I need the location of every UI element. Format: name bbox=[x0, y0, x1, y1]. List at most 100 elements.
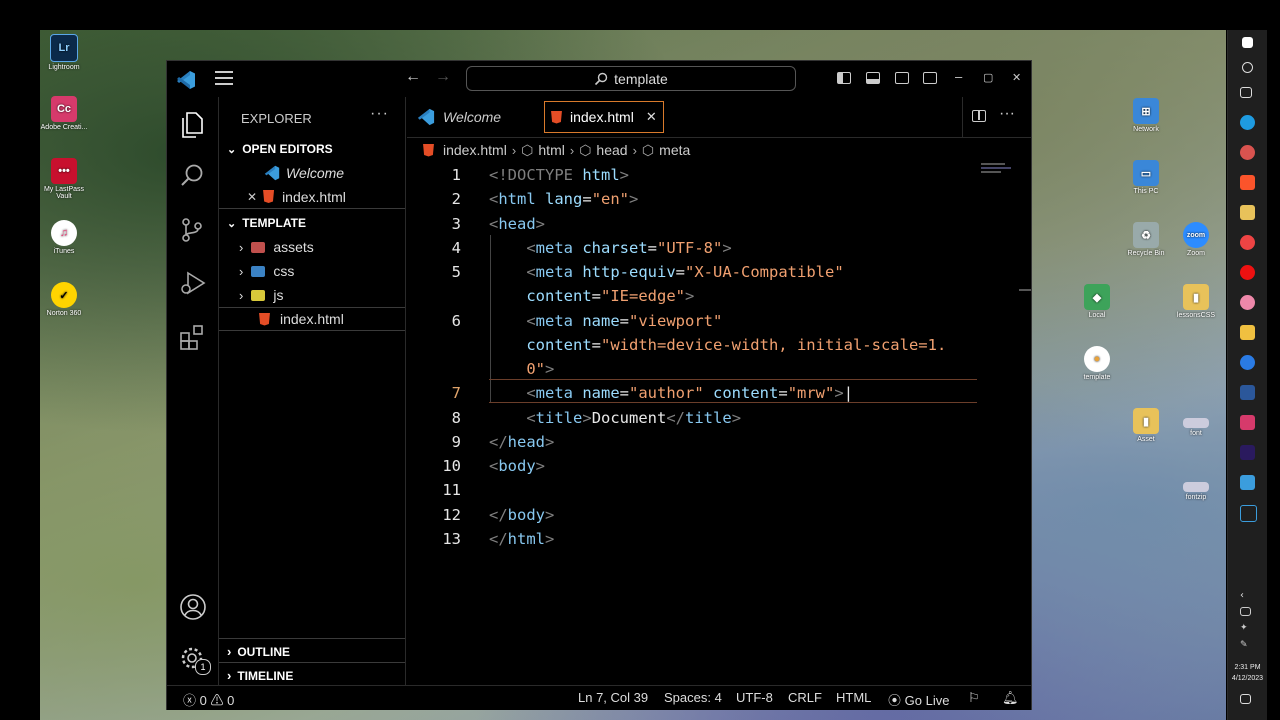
source-control-icon[interactable] bbox=[179, 217, 205, 243]
code-line[interactable]: 13 </html> bbox=[407, 527, 1017, 551]
accounts-icon[interactable] bbox=[179, 593, 206, 620]
tab-index-html[interactable]: index.html ✕ bbox=[544, 101, 664, 133]
clock-time[interactable]: 2:31 PM bbox=[1228, 664, 1267, 671]
open-editors-header[interactable]: ⌄ OPEN EDITORS bbox=[227, 142, 333, 156]
breadcrumb-file[interactable]: index.html bbox=[443, 142, 507, 158]
breadcrumb-meta[interactable]: meta bbox=[659, 142, 690, 158]
desktop-icon-template[interactable]: ● template bbox=[1069, 346, 1125, 381]
premiere-icon[interactable] bbox=[1240, 445, 1255, 460]
close-icon[interactable]: ✕ bbox=[247, 190, 257, 204]
open-editor-index-html[interactable]: ✕ index.html bbox=[219, 185, 405, 209]
app-blue-icon[interactable] bbox=[1240, 355, 1255, 370]
code-line[interactable]: 3 <head> bbox=[407, 212, 1017, 236]
desktop-icon-this-pc[interactable]: ▭ This PC bbox=[1118, 160, 1174, 195]
tree-item-assets[interactable]: › assets bbox=[219, 235, 405, 259]
scrollbar-marker[interactable] bbox=[1019, 289, 1031, 291]
command-center-search[interactable]: template bbox=[466, 66, 796, 91]
menu-button[interactable] bbox=[215, 71, 233, 85]
start-icon[interactable] bbox=[1242, 37, 1253, 48]
code-line[interactable]: 7 <meta name="author" content="mrw">| bbox=[407, 381, 1017, 405]
code-line[interactable]: 11 bbox=[407, 478, 1017, 502]
toggle-secondary-sidebar-icon[interactable] bbox=[895, 72, 909, 84]
more-actions-icon[interactable]: ··· bbox=[370, 105, 389, 123]
code-line[interactable]: 10 <body> bbox=[407, 454, 1017, 478]
chrome-icon[interactable] bbox=[1240, 235, 1255, 250]
go-live-button[interactable]: ⦿ Go Live bbox=[888, 690, 949, 709]
tree-item-js[interactable]: › js bbox=[219, 283, 405, 307]
desktop-icon-fontzip[interactable]: fontzip bbox=[1168, 482, 1224, 501]
cursor-position[interactable]: Ln 7, Col 39 bbox=[578, 690, 648, 705]
photos-icon[interactable] bbox=[1240, 295, 1255, 310]
toggle-panel-icon[interactable] bbox=[866, 72, 880, 84]
feedback-icon[interactable]: ⚐ bbox=[968, 690, 980, 706]
file-explorer-icon[interactable] bbox=[1240, 325, 1255, 340]
word-icon[interactable] bbox=[1240, 385, 1255, 400]
tab-welcome[interactable]: Welcome bbox=[417, 97, 501, 137]
toggle-primary-sidebar-icon[interactable] bbox=[837, 72, 851, 84]
network-tray-icon[interactable] bbox=[1240, 607, 1251, 616]
maximize-button[interactable]: ▢ bbox=[983, 71, 993, 84]
code-line[interactable]: 1 <!DOCTYPE html> bbox=[407, 163, 1017, 187]
encoding[interactable]: UTF-8 bbox=[736, 690, 773, 705]
desktop-icon-norton[interactable]: ✓ Norton 360 bbox=[36, 282, 92, 317]
breadcrumb-head[interactable]: head bbox=[596, 142, 627, 158]
search-icon[interactable] bbox=[1242, 62, 1253, 73]
desktop-icon-lightroom[interactable]: Lr Lightroom bbox=[36, 34, 92, 71]
minimap[interactable] bbox=[981, 163, 1017, 177]
desktop-icon-itunes[interactable]: ♫ iTunes bbox=[36, 220, 92, 255]
pen-icon[interactable]: ✎ bbox=[1240, 640, 1255, 655]
template-folder-header[interactable]: ⌄ TEMPLATE bbox=[227, 216, 306, 230]
clock-date[interactable]: 4/12/2023 bbox=[1228, 675, 1267, 682]
outline-header[interactable]: › OUTLINE bbox=[227, 644, 290, 659]
notification-icon[interactable] bbox=[1240, 694, 1251, 704]
desktop-icon-zoom[interactable]: zoom Zoom bbox=[1168, 222, 1224, 257]
split-editor-icon[interactable] bbox=[972, 110, 986, 122]
tree-item-index-html[interactable]: index.html bbox=[219, 307, 405, 331]
opera-icon[interactable] bbox=[1240, 265, 1255, 280]
app-icon[interactable] bbox=[1240, 145, 1255, 160]
extensions-icon[interactable] bbox=[179, 323, 205, 350]
media-icon[interactable] bbox=[1240, 205, 1255, 220]
desktop-icon-local[interactable]: ◆ Local bbox=[1069, 284, 1125, 319]
desktop-icon-font[interactable]: font bbox=[1168, 418, 1224, 437]
code-line[interactable]: 12 </body> bbox=[407, 503, 1017, 527]
explorer-icon[interactable] bbox=[179, 111, 205, 138]
back-arrow-icon[interactable]: ← bbox=[405, 68, 421, 86]
minimize-button[interactable]: – bbox=[955, 69, 962, 84]
code-line[interactable]: 5 <meta http-equiv="X-UA-Compatible" bbox=[407, 260, 1017, 284]
desktop-icon-recycle-bin[interactable]: ♻ Recycle Bin bbox=[1118, 222, 1174, 257]
desktop-icon-lastpass[interactable]: ••• My LastPass Vault bbox=[36, 158, 92, 200]
code-line[interactable]: content="IE=edge"> bbox=[407, 284, 1017, 308]
open-editor-welcome[interactable]: Welcome bbox=[219, 161, 405, 185]
chevron-up-icon[interactable]: ‹ bbox=[1240, 590, 1255, 605]
problems-indicator[interactable]: ⓧ 0 ⚠ 0 bbox=[183, 690, 234, 709]
code-line[interactable]: 6 <meta name="viewport" bbox=[407, 309, 1017, 333]
creative-cloud-icon[interactable] bbox=[1240, 415, 1255, 430]
customize-layout-icon[interactable] bbox=[923, 72, 937, 84]
run-and-debug-icon[interactable] bbox=[179, 269, 206, 295]
code-line[interactable]: 2 <html lang="en"> bbox=[407, 187, 1017, 211]
brave-icon[interactable] bbox=[1240, 175, 1255, 190]
code-line[interactable]: 8 <title>Document</title> bbox=[407, 406, 1017, 430]
line-endings[interactable]: CRLF bbox=[788, 690, 822, 705]
dropbox-icon[interactable]: ✦ bbox=[1240, 623, 1255, 638]
search-icon[interactable] bbox=[179, 163, 205, 189]
task-view-icon[interactable] bbox=[1240, 87, 1252, 98]
close-icon[interactable]: ✕ bbox=[646, 109, 657, 125]
bell-icon[interactable]: 🔔︎ bbox=[1002, 690, 1019, 706]
language-mode[interactable]: HTML bbox=[836, 690, 871, 705]
manage-gear-icon[interactable]: 1 bbox=[179, 645, 211, 675]
code-line[interactable]: 4 <meta charset="UTF-8"> bbox=[407, 236, 1017, 260]
indentation[interactable]: Spaces: 4 bbox=[664, 690, 722, 705]
desktop-icon-adobe-creative-cloud[interactable]: Cc Adobe Creati... bbox=[36, 96, 92, 131]
timeline-header[interactable]: › TIMELINE bbox=[227, 668, 293, 683]
code-line[interactable]: content="width=device-width, initial-sca… bbox=[407, 333, 1017, 357]
forward-arrow-icon[interactable]: → bbox=[435, 68, 451, 86]
vscode-icon[interactable] bbox=[1240, 475, 1255, 490]
more-actions-icon[interactable]: ··· bbox=[999, 105, 1015, 123]
tree-item-css[interactable]: › css bbox=[219, 259, 405, 283]
desktop-icon-lessonscss[interactable]: ▮ lessonsCSS bbox=[1168, 284, 1224, 319]
breadcrumb-html[interactable]: html bbox=[538, 142, 564, 158]
edge-icon[interactable] bbox=[1240, 115, 1255, 130]
close-button[interactable]: ✕ bbox=[1012, 71, 1021, 84]
